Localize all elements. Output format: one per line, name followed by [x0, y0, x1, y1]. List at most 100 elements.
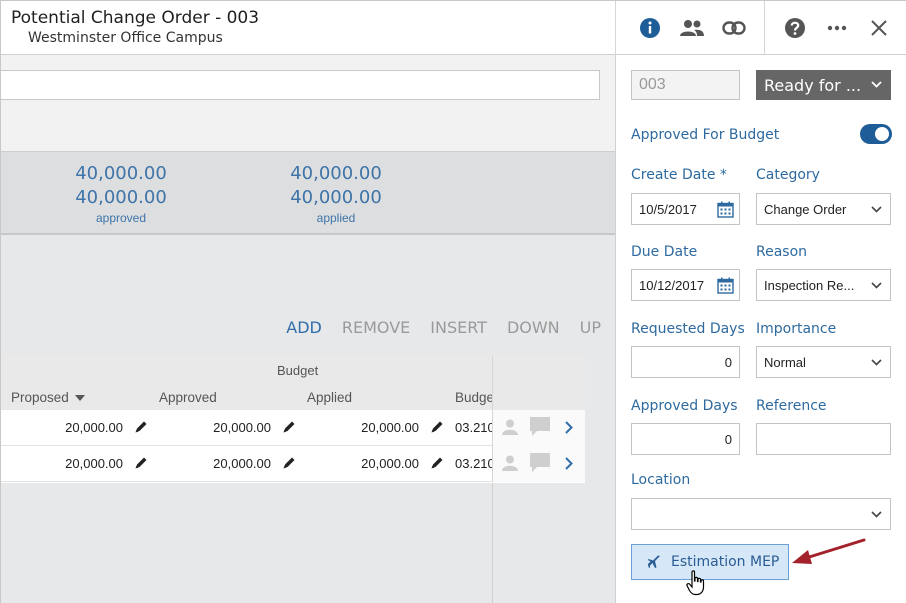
applied-cell: 20,000.00: [361, 420, 419, 435]
applied-total-label: applied: [316, 211, 356, 225]
person-icon[interactable]: [501, 454, 519, 472]
importance-value: Normal: [764, 354, 806, 370]
comment-icon[interactable]: [529, 452, 551, 474]
chevron-right-icon[interactable]: [565, 457, 573, 470]
edit-icon[interactable]: [282, 420, 296, 434]
column-proposed-label: Proposed: [11, 390, 69, 405]
airplane-icon: [648, 555, 660, 568]
budget-code-cell: 03.210: [455, 456, 493, 471]
category-value: Change Order: [764, 201, 847, 217]
details-panel: 003 Ready for ... Approved For Budget Cr…: [615, 55, 906, 603]
create-date-field[interactable]: 10/5/2017: [631, 193, 740, 225]
edit-icon[interactable]: [134, 456, 148, 470]
approved-for-budget-label: Approved For Budget: [631, 127, 780, 143]
annotation-arrow-icon: [792, 538, 866, 564]
search-input[interactable]: [1, 70, 600, 100]
category-select[interactable]: Change Order: [756, 193, 891, 225]
approved-days-label: Approved Days: [631, 398, 738, 414]
insert-button[interactable]: INSERT: [430, 318, 487, 337]
approved-total: 40,000.00 40,000.00 approved: [46, 162, 196, 226]
proposed-cell: 20,000.00: [65, 420, 123, 435]
link-icon[interactable]: [721, 15, 747, 41]
calendar-icon[interactable]: [717, 201, 734, 218]
search-band: [1, 55, 615, 151]
importance-label: Importance: [756, 321, 837, 337]
main-panel: 40,000.00 40,000.00 approved 40,000.00 4…: [1, 55, 615, 603]
create-date-label: Create Date *: [631, 167, 727, 183]
reference-label: Reference: [756, 398, 827, 414]
number-field: 003: [631, 70, 740, 100]
importance-select[interactable]: Normal: [756, 346, 891, 378]
reason-select[interactable]: Inspection Re...: [756, 269, 891, 301]
budget-grid: Budget Proposed Approved Applied Budge 2…: [1, 356, 585, 483]
approved-days-field[interactable]: 0: [631, 423, 740, 455]
applied-total: 40,000.00 40,000.00 applied: [261, 162, 411, 226]
due-date-value: 10/12/2017: [639, 277, 705, 293]
header-divider: [615, 1, 616, 55]
chevron-down-icon: [871, 81, 882, 88]
window: Potential Change Order - 003 Westminster…: [0, 0, 906, 603]
column-divider: [492, 356, 493, 410]
header: Potential Change Order - 003 Westminster…: [1, 1, 906, 55]
hand-cursor-icon: [686, 570, 705, 596]
proposed-cell: 20,000.00: [65, 456, 123, 471]
page-title: Potential Change Order - 003: [11, 8, 260, 28]
chevron-right-icon[interactable]: [565, 421, 573, 434]
help-icon[interactable]: [782, 15, 808, 41]
close-icon[interactable]: [866, 15, 892, 41]
column-proposed[interactable]: Proposed: [11, 390, 85, 405]
approved-total-value: 40,000.00: [75, 187, 167, 208]
approved-for-budget-toggle[interactable]: [860, 124, 892, 144]
approved-total-label: approved: [95, 211, 147, 225]
table-row[interactable]: 20,000.00 20,000.00 20,000.00 03.210: [1, 410, 585, 446]
add-button[interactable]: ADD: [286, 318, 322, 337]
more-icon[interactable]: [824, 15, 850, 41]
due-date-label: Due Date: [631, 244, 698, 260]
create-date-value: 10/5/2017: [639, 201, 697, 217]
approved-cell: 20,000.00: [213, 456, 271, 471]
applied-cell: 20,000.00: [361, 456, 419, 471]
applied-total-value: 40,000.00: [290, 187, 382, 208]
totals-summary: 40,000.00 40,000.00 approved 40,000.00 4…: [1, 151, 615, 235]
location-select[interactable]: [631, 498, 891, 530]
info-icon[interactable]: [637, 15, 663, 41]
people-icon[interactable]: [679, 15, 705, 41]
edit-icon[interactable]: [430, 420, 444, 434]
reference-field[interactable]: [756, 423, 891, 455]
budget-code-cell: 03.210: [455, 420, 493, 435]
status-dropdown[interactable]: Ready for ...: [756, 70, 891, 100]
table-row[interactable]: 20,000.00 20,000.00 20,000.00 03.210: [1, 446, 585, 482]
estimation-mep-button[interactable]: Estimation MEP: [631, 544, 789, 580]
location-label: Location: [631, 472, 691, 488]
comment-icon[interactable]: [529, 416, 551, 438]
down-button[interactable]: DOWN: [507, 318, 560, 337]
up-button[interactable]: UP: [580, 318, 601, 337]
row-actions: [492, 410, 585, 446]
column-applied[interactable]: Applied: [307, 390, 352, 405]
edit-icon[interactable]: [134, 420, 148, 434]
grid-actions: ADD REMOVE INSERT DOWN UP: [286, 318, 601, 337]
remove-button[interactable]: REMOVE: [342, 318, 410, 337]
column-divider: [492, 483, 493, 603]
grid-header: Budget Proposed Approved Applied Budge: [1, 356, 585, 410]
column-approved[interactable]: Approved: [159, 390, 217, 405]
header-divider: [764, 1, 765, 55]
row-actions: [492, 446, 585, 482]
applied-total-value: 40,000.00: [290, 163, 382, 184]
category-label: Category: [756, 167, 820, 183]
chevron-down-icon: [871, 206, 882, 213]
edit-icon[interactable]: [430, 456, 444, 470]
estimation-mep-label: Estimation MEP: [671, 554, 780, 570]
edit-icon[interactable]: [282, 456, 296, 470]
requested-days-field[interactable]: 0: [631, 346, 740, 378]
column-budget-code[interactable]: Budge: [455, 390, 492, 405]
toggle-knob: [875, 127, 889, 141]
requested-days-label: Requested Days: [631, 321, 745, 337]
person-icon[interactable]: [501, 418, 519, 436]
calendar-icon[interactable]: [717, 277, 734, 294]
sort-down-icon: [74, 394, 85, 401]
chevron-down-icon: [871, 359, 882, 366]
reason-value: Inspection Re...: [764, 277, 855, 293]
chevron-down-icon: [871, 511, 882, 518]
due-date-field[interactable]: 10/12/2017: [631, 269, 740, 301]
